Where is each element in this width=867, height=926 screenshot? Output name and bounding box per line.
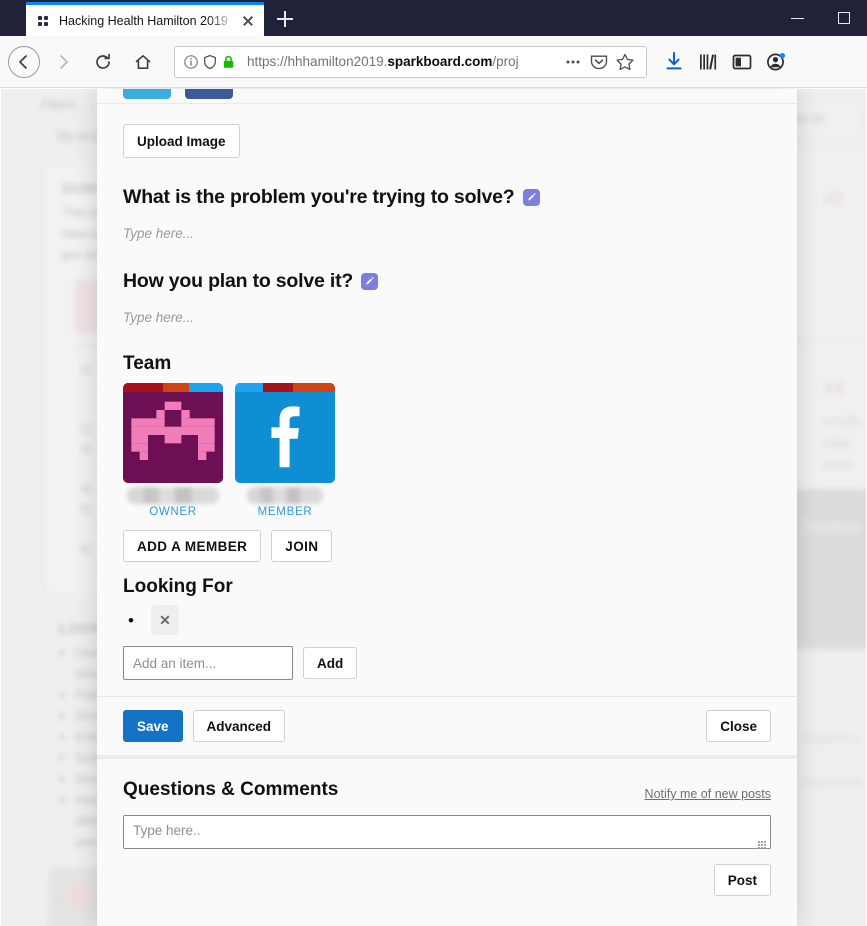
back-arrow-icon[interactable] <box>8 45 40 78</box>
looking-for-item: • ✕ <box>123 604 771 636</box>
bg-snippet: osed <box>821 456 852 472</box>
team-member-list: OWNER MEMBER <box>123 383 771 518</box>
new-tab-button[interactable] <box>272 6 298 32</box>
bg-snippet: Disease <box>802 519 860 536</box>
browser-window: Filters My projects GUIDELINES This is a… <box>0 0 867 926</box>
forward-arrow-icon[interactable] <box>46 45 80 79</box>
close-icon[interactable]: ✕ <box>151 605 179 635</box>
team-section-title: Team <box>123 353 172 374</box>
reload-icon[interactable] <box>86 45 120 79</box>
save-button[interactable]: Save <box>123 710 183 742</box>
question-2-label: How you plan to solve it? <box>123 270 354 292</box>
question-1-input[interactable]: Type here... <box>123 226 771 241</box>
member-role: OWNER <box>149 506 197 518</box>
notify-me-link[interactable]: Notify me of new posts <box>645 787 771 801</box>
bg-feedback-link[interactable]: Feedback <box>801 774 862 790</box>
member-name-redacted <box>247 487 323 504</box>
star-icon[interactable] <box>612 49 638 75</box>
facebook-avatar[interactable] <box>235 383 335 483</box>
advanced-button[interactable]: Advanced <box>192 710 286 742</box>
pencil-icon[interactable] <box>522 189 540 206</box>
question-2-title: How you plan to solve it? <box>123 270 771 293</box>
close-button[interactable]: Close <box>706 710 771 742</box>
modal-actions-bar: Save Advanced Close <box>97 696 797 759</box>
padlock-icon[interactable] <box>221 54 236 70</box>
close-icon[interactable] <box>240 13 256 29</box>
maximize-icon[interactable] <box>821 0 867 36</box>
url-path: /proj <box>492 54 519 69</box>
comments-title: Questions & Comments <box>123 779 339 800</box>
account-icon[interactable] <box>759 45 793 79</box>
member-role: MEMBER <box>257 506 313 518</box>
member-name-redacted <box>127 487 219 504</box>
window-controls <box>775 0 867 36</box>
bg-rank-3: #3 <box>824 379 844 398</box>
comment-textarea[interactable] <box>123 815 771 849</box>
tab-strip: Hacking Health Hamilton 2019 <box>0 0 867 36</box>
url-scheme: https:// <box>247 54 288 69</box>
add-a-member-button[interactable]: ADD A MEMBER <box>123 530 262 562</box>
team-member[interactable]: MEMBER <box>235 383 335 518</box>
bg-snippet: oday <box>821 434 852 450</box>
url-bar[interactable]: https://hhhamilton2019.sparkboard.com/pr… <box>174 45 647 78</box>
minimize-icon[interactable] <box>775 0 821 36</box>
url-domain: sparkboard.com <box>387 54 493 69</box>
grid-icon <box>36 14 50 28</box>
ellipsis-icon[interactable] <box>560 49 586 75</box>
add-item-button[interactable]: Add <box>303 647 358 679</box>
bg-rank-2: #2 <box>824 189 844 208</box>
looking-for-title: Looking For <box>123 576 233 597</box>
page-info-icon[interactable] <box>183 54 199 70</box>
bullet-icon: • <box>128 610 134 630</box>
bg-snippet: anada. <box>821 412 864 428</box>
join-button[interactable]: JOIN <box>271 530 333 562</box>
browser-tab[interactable]: Hacking Health Hamilton 2019 <box>26 2 264 36</box>
twitter-share-icon[interactable] <box>123 89 171 99</box>
pencil-icon[interactable] <box>361 273 379 290</box>
project-edit-modal: Upload Image What is the problem you're … <box>97 89 797 926</box>
looking-for-input[interactable] <box>123 646 293 680</box>
toolbar-right <box>657 45 793 79</box>
question-2-input[interactable]: Type here... <box>123 310 771 325</box>
facebook-share-icon[interactable] <box>185 89 233 99</box>
pixel-invader-avatar[interactable] <box>123 383 223 483</box>
team-member[interactable]: OWNER <box>123 383 223 518</box>
social-share-row <box>97 89 797 103</box>
url-text[interactable]: https://hhhamilton2019.sparkboard.com/pr… <box>247 54 560 69</box>
tab-title: Hacking Health Hamilton 2019 <box>59 13 228 28</box>
shield-icon[interactable] <box>202 54 218 70</box>
post-button[interactable]: Post <box>713 864 771 896</box>
url-subdomain: hhhamilton2019. <box>287 54 388 69</box>
question-1-title: What is the problem you're trying to sol… <box>123 186 771 209</box>
bg-language-selector[interactable]: English ▼ <box>802 729 862 745</box>
home-icon[interactable] <box>126 45 160 79</box>
download-icon[interactable] <box>657 45 691 79</box>
pocket-icon[interactable] <box>586 49 612 75</box>
navigation-toolbar: https://hhhamilton2019.sparkboard.com/pr… <box>0 36 867 88</box>
sidebar-icon[interactable] <box>725 45 759 79</box>
upload-image-button[interactable]: Upload Image <box>123 124 240 158</box>
library-icon[interactable] <box>691 45 725 79</box>
question-1-label: What is the problem you're trying to sol… <box>123 186 515 208</box>
